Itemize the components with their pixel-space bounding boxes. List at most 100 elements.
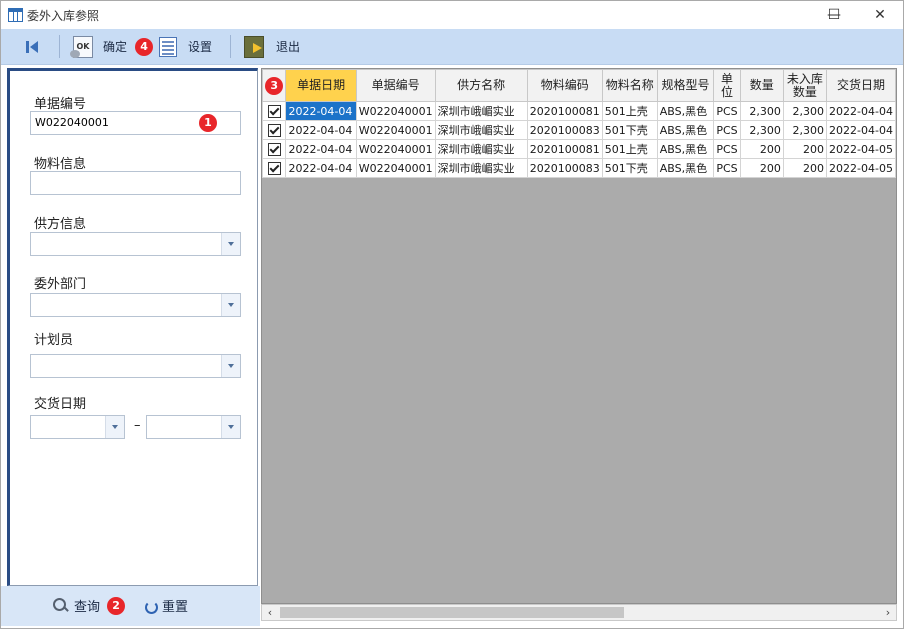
table-cell[interactable]: 2022-04-04 <box>285 120 357 140</box>
close-button[interactable]: ✕ <box>857 1 903 29</box>
row-checkbox-cell[interactable] <box>262 139 287 159</box>
column-header[interactable]: 供方名称 <box>434 69 528 102</box>
settings-button[interactable]: 设置 <box>159 29 212 64</box>
table-cell[interactable]: 2022-04-05 <box>826 158 896 178</box>
table-cell[interactable]: 2022-04-04 <box>826 120 896 140</box>
table-cell[interactable]: PCS <box>713 158 741 178</box>
table-cell[interactable]: PCS <box>713 120 741 140</box>
dept-combo[interactable] <box>30 293 241 317</box>
step-badge-1: 1 <box>199 114 217 132</box>
column-header[interactable]: 单据日期 <box>285 69 357 102</box>
table-row[interactable]: 2022-04-04 W022040001 深圳市峨嵋实业 2020100083 501… <box>262 158 896 178</box>
confirm-button[interactable]: OK 确定 4 <box>70 29 154 64</box>
table-cell[interactable]: 501下壳 <box>601 120 658 140</box>
table-cell[interactable]: 2022-04-04 <box>285 101 357 121</box>
chevron-down-icon[interactable] <box>221 355 240 377</box>
table-cell[interactable]: ABS,黑色 <box>656 158 715 178</box>
table-cell[interactable]: 2,300 <box>782 101 828 121</box>
table-cell[interactable]: 深圳市峨嵋实业 <box>434 158 528 178</box>
dept-label: 委外部门 <box>34 277 87 292</box>
table-cell[interactable]: 2022-04-04 <box>285 158 357 178</box>
table-cell[interactable]: 深圳市峨嵋实业 <box>434 120 528 140</box>
table-cell[interactable]: 2020100081 <box>526 139 603 159</box>
toolbar-separator <box>230 35 231 58</box>
table-cell[interactable]: 501上壳 <box>601 101 658 121</box>
table-cell[interactable]: 200 <box>739 139 784 159</box>
chevron-down-icon[interactable] <box>105 416 124 438</box>
column-header[interactable]: 规格型号 <box>656 69 715 102</box>
window-title: 委外入库参照 <box>27 9 100 23</box>
table-cell[interactable]: W022040001 <box>355 139 436 159</box>
table-cell[interactable]: W022040001 <box>355 101 436 121</box>
doc-no-input[interactable]: W022040001 1 <box>30 111 241 135</box>
chevron-down-icon[interactable] <box>221 416 240 438</box>
exit-button[interactable]: 退出 <box>244 29 300 64</box>
column-header[interactable]: 物料名称 <box>601 69 658 102</box>
scroll-right-icon[interactable]: › <box>880 605 896 620</box>
row-checkbox-cell[interactable] <box>262 158 287 178</box>
table-row[interactable]: 2022-04-04 W022040001 深圳市峨嵋实业 2020100081 501… <box>262 139 896 159</box>
table-cell[interactable]: 2022-04-05 <box>826 139 896 159</box>
column-header[interactable]: 单据编号 <box>355 69 436 102</box>
table-cell[interactable]: 2,300 <box>739 101 784 121</box>
row-checkbox-cell[interactable] <box>262 101 287 121</box>
table-cell[interactable]: PCS <box>713 101 741 121</box>
table-row[interactable]: 2022-04-04 W022040001 深圳市峨嵋实业 2020100083 501… <box>262 120 896 140</box>
row-selector-header[interactable]: 3 <box>262 69 287 102</box>
table-cell[interactable]: 501下壳 <box>601 158 658 178</box>
settings-grid-icon <box>159 36 177 57</box>
material-input[interactable] <box>30 171 241 195</box>
table-cell[interactable]: 200 <box>782 139 828 159</box>
table-cell[interactable]: ABS,黑色 <box>656 120 715 140</box>
query-label: 查询 <box>74 600 101 615</box>
column-header[interactable]: 数量 <box>739 69 784 102</box>
column-header[interactable]: 未入库 数量 <box>782 69 828 102</box>
planner-label: 计划员 <box>34 333 74 348</box>
table-cell[interactable]: ABS,黑色 <box>656 101 715 121</box>
supplier-combo[interactable] <box>30 232 241 256</box>
table-row[interactable]: 2022-04-04 W022040001 深圳市峨嵋实业 2020100081 501… <box>262 101 896 121</box>
delivery-date-label: 交货日期 <box>34 397 87 412</box>
filter-actions: 查询 2 重置 <box>1 586 260 626</box>
table-cell[interactable]: 501上壳 <box>601 139 658 159</box>
table-cell[interactable]: 2022-04-04 <box>285 139 357 159</box>
reset-button[interactable]: 重置 <box>143 596 188 615</box>
table-cell[interactable]: 2020100083 <box>526 120 603 140</box>
checkbox-checked-icon[interactable] <box>267 161 281 175</box>
table-cell[interactable]: 2,300 <box>782 120 828 140</box>
table-cell[interactable]: 200 <box>739 158 784 178</box>
table-cell[interactable]: 2,300 <box>739 120 784 140</box>
first-record-button[interactable] <box>25 29 39 64</box>
step-badge-3: 3 <box>265 76 284 95</box>
table-cell[interactable]: 2020100083 <box>526 158 603 178</box>
table-cell[interactable]: W022040001 <box>355 158 436 178</box>
date-from-picker[interactable] <box>30 415 125 439</box>
result-grid[interactable]: 3 单据日期 单据编号 供方名称 物料编码 物料名称 规格型号单 位数量 未入库 数量 交货日… <box>261 68 897 604</box>
checkbox-checked-icon[interactable] <box>267 123 281 137</box>
checkbox-checked-icon[interactable] <box>267 104 281 118</box>
table-cell[interactable]: PCS <box>713 139 741 159</box>
table-cell[interactable]: ABS,黑色 <box>656 139 715 159</box>
column-header[interactable]: 物料编码 <box>526 69 603 102</box>
checkbox-checked-icon[interactable] <box>267 142 281 156</box>
table-cell[interactable]: 深圳市峨嵋实业 <box>434 139 528 159</box>
ok-document-icon: OK <box>70 35 93 58</box>
table-cell[interactable]: 200 <box>782 158 828 178</box>
query-button[interactable]: 查询 2 <box>53 596 126 615</box>
scroll-left-icon[interactable]: ‹ <box>262 605 278 620</box>
table-cell[interactable]: 2020100081 <box>526 101 603 121</box>
planner-combo[interactable] <box>30 354 241 378</box>
table-cell[interactable]: 2022-04-04 <box>826 101 896 121</box>
column-header[interactable]: 交货日期 <box>826 69 896 102</box>
date-to-picker[interactable] <box>146 415 241 439</box>
row-checkbox-cell[interactable] <box>262 120 287 140</box>
maximize-button[interactable]: ☐ <box>811 1 857 29</box>
chevron-down-icon[interactable] <box>221 233 240 255</box>
horizontal-scrollbar[interactable]: ‹ › <box>261 604 897 621</box>
table-cell[interactable]: 深圳市峨嵋实业 <box>434 101 528 121</box>
table-cell[interactable]: W022040001 <box>355 120 436 140</box>
scroll-thumb[interactable] <box>280 607 624 618</box>
column-header[interactable]: 单 位 <box>713 69 741 102</box>
undo-icon <box>143 599 158 614</box>
chevron-down-icon[interactable] <box>221 294 240 316</box>
